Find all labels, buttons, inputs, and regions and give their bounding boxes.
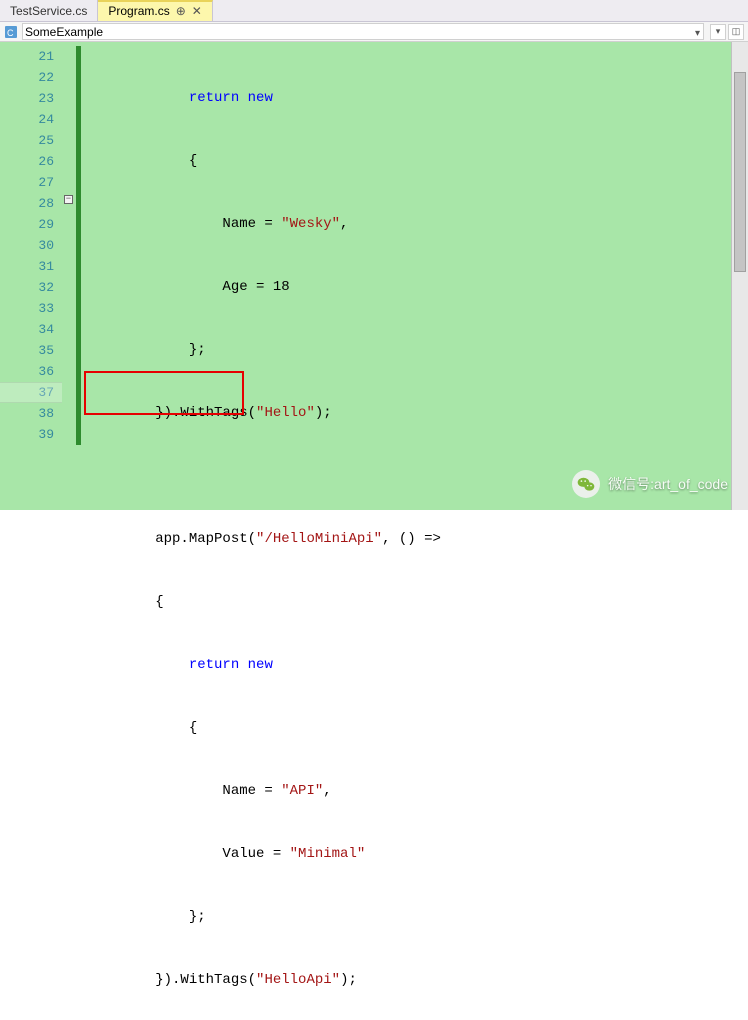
fold-toggle[interactable]: − — [64, 195, 73, 204]
line-number: 22 — [0, 67, 54, 88]
code-line: Name = "Wesky", — [84, 214, 731, 235]
wechat-icon — [572, 470, 600, 498]
watermark-label: 微信号 — [608, 474, 650, 494]
scope-dropdown[interactable]: SomeExample ▾ — [22, 23, 704, 40]
line-number: 29 — [0, 214, 54, 235]
scope-label: SomeExample — [25, 25, 103, 39]
split-dropdown[interactable]: ▾ — [710, 24, 726, 40]
code-line: }).WithTags("Hello"); — [84, 403, 731, 424]
line-number: 34 — [0, 319, 54, 340]
line-number: 28 — [0, 193, 54, 214]
watermark-value: art_of_code — [654, 476, 728, 492]
svg-text:C: C — [7, 28, 14, 38]
tab-program[interactable]: Program.cs ⊕ ✕ — [98, 0, 212, 21]
line-number: 31 — [0, 256, 54, 277]
line-number: 38 — [0, 403, 54, 424]
line-number: 39 — [0, 424, 54, 445]
code-line: return new — [84, 88, 731, 109]
line-number: 21 — [0, 46, 54, 67]
code-line: Name = "API", — [84, 781, 731, 802]
close-icon[interactable]: ✕ — [192, 4, 202, 18]
vertical-scrollbar[interactable] — [731, 42, 748, 510]
watermark: 微信号: art_of_code — [572, 470, 728, 498]
split-horizontal-icon[interactable]: ◫ — [728, 24, 744, 40]
code-line: app.MapPost("/HelloMiniApi", () => — [84, 529, 731, 550]
tab-label: TestService.cs — [10, 4, 87, 18]
code-line: return new — [84, 655, 731, 676]
code-line: Value = "Minimal" — [84, 844, 731, 865]
code-line: }; — [84, 340, 731, 361]
code-line: }).WithTags("HelloApi"); — [84, 970, 731, 991]
line-number: 25 — [0, 130, 54, 151]
nav-right-controls: ▾ ◫ — [708, 24, 744, 40]
code-area[interactable]: return new { Name = "Wesky", Age = 18 };… — [84, 42, 731, 510]
code-line: { — [84, 592, 731, 613]
code-line: }; — [84, 907, 731, 928]
line-number: 36 — [0, 361, 54, 382]
code-line: { — [84, 151, 731, 172]
code-line: Age = 18 — [84, 277, 731, 298]
line-number: 24 — [0, 109, 54, 130]
line-number-gutter: 21 22 23 24 25 26 27 28 29 30 31 32 33 3… — [0, 42, 62, 510]
pin-icon[interactable]: ⊕ — [176, 4, 186, 18]
code-editor[interactable]: 21 22 23 24 25 26 27 28 29 30 31 32 33 3… — [0, 42, 748, 510]
fold-margin: − — [62, 42, 84, 510]
csharp-file-icon: C — [4, 25, 18, 39]
line-number: 23 — [0, 88, 54, 109]
line-number: 35 — [0, 340, 54, 361]
line-number: 30 — [0, 235, 54, 256]
line-number: 33 — [0, 298, 54, 319]
line-number: 37 — [0, 382, 54, 403]
change-marker — [76, 46, 81, 445]
line-number: 27 — [0, 172, 54, 193]
tab-label: Program.cs — [108, 4, 169, 18]
tab-bar: TestService.cs Program.cs ⊕ ✕ — [0, 0, 748, 22]
scrollbar-thumb[interactable] — [734, 72, 746, 272]
code-line: { — [84, 718, 731, 739]
navigation-bar: C SomeExample ▾ ▾ ◫ — [0, 22, 748, 42]
line-number: 32 — [0, 277, 54, 298]
tab-testservice[interactable]: TestService.cs — [0, 0, 98, 21]
line-number: 26 — [0, 151, 54, 172]
chevron-down-icon: ▾ — [695, 26, 700, 41]
